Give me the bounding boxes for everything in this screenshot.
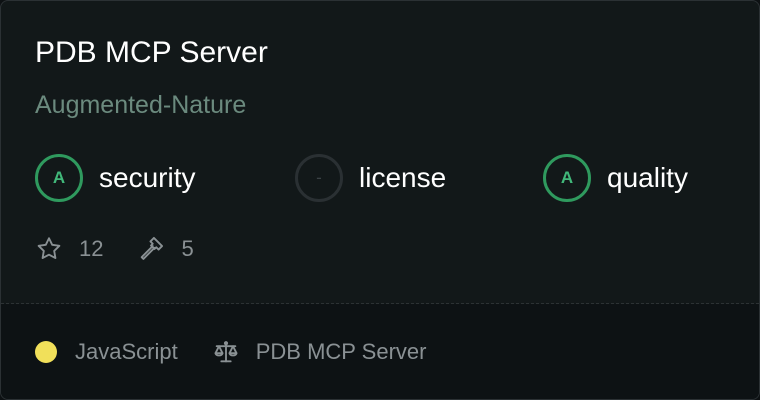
quality-score[interactable]: A quality <box>543 154 688 202</box>
scale-icon <box>212 338 240 366</box>
star-icon <box>35 235 63 263</box>
tools-stat[interactable]: 5 <box>137 235 194 263</box>
stars-stat[interactable]: 12 <box>35 235 103 263</box>
card-footer: JavaScript PDB MCP Server <box>1 304 759 399</box>
language-color-dot <box>35 341 57 363</box>
license-score[interactable]: - license <box>295 154 446 202</box>
tools-count: 5 <box>181 236 194 261</box>
license-name: PDB MCP Server <box>255 339 427 364</box>
language-label: JavaScript <box>75 339 178 364</box>
security-score[interactable]: A security <box>35 154 195 202</box>
hammer-icon <box>137 235 165 263</box>
stats-row: 12 5 <box>35 233 194 265</box>
quality-label: quality <box>607 162 688 193</box>
license-grade-badge: - <box>295 154 343 202</box>
license-label: license <box>359 162 447 193</box>
server-card[interactable]: PDB MCP Server Augmented-Nature A securi… <box>0 0 760 400</box>
owner-link[interactable]: Augmented-Nature <box>35 87 246 123</box>
footer-meta: JavaScript PDB MCP Server <box>35 336 426 368</box>
stars-count: 12 <box>79 236 104 261</box>
security-label: security <box>99 162 196 193</box>
server-title[interactable]: PDB MCP Server <box>35 33 268 73</box>
security-grade-badge: A <box>35 154 83 202</box>
quality-grade-badge: A <box>543 154 591 202</box>
card-header: PDB MCP Server Augmented-Nature A securi… <box>1 1 759 303</box>
